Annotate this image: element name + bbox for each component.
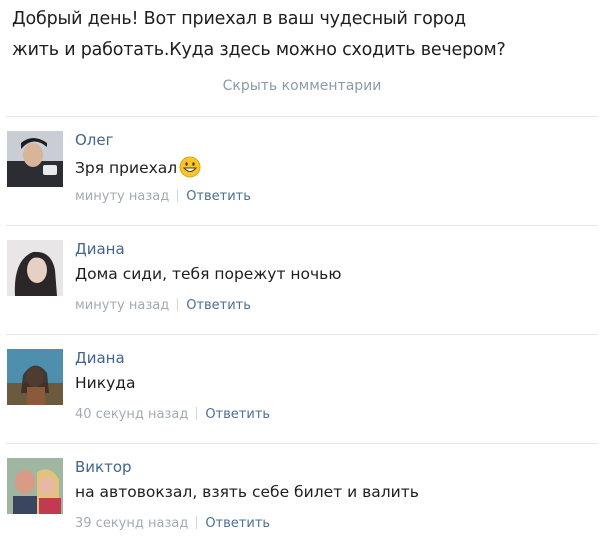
comment-item: Олег Зря приехал минуту назад Ответить <box>0 116 604 225</box>
reply-button[interactable]: Ответить <box>205 407 270 422</box>
comment-text: на автовокзал, взять себе билет и валить <box>75 483 419 501</box>
comment-meta: 39 секунд назад Ответить <box>75 516 270 531</box>
comment-author[interactable]: Олег <box>75 131 114 149</box>
grinning-face-icon <box>179 156 201 178</box>
hide-comments-link[interactable]: Скрыть комментарии <box>0 78 604 94</box>
comment-separator <box>6 225 598 226</box>
comment-meta: минуту назад Ответить <box>75 189 251 204</box>
divider <box>177 298 179 311</box>
avatar[interactable] <box>7 458 63 514</box>
divider <box>196 407 198 420</box>
comment-author[interactable]: Виктор <box>75 458 132 476</box>
comment-meta: минуту назад Ответить <box>75 298 251 313</box>
comment-text: Никуда <box>75 374 136 392</box>
reply-button[interactable]: Ответить <box>186 298 251 313</box>
comment-text-content: Зря приехал <box>75 159 178 177</box>
divider <box>196 516 198 529</box>
comment-item: Диана Никуда 40 секунд назад Ответить <box>0 334 604 443</box>
avatar[interactable] <box>7 131 63 187</box>
comment-separator <box>6 334 598 335</box>
reply-button[interactable]: Ответить <box>205 516 270 531</box>
comment-separator <box>6 116 598 117</box>
reply-button[interactable]: Ответить <box>186 189 251 204</box>
divider <box>177 189 179 202</box>
comment-item: Диана Дома сиди, тебя порежут ночью мину… <box>0 225 604 334</box>
comment-time: 39 секунд назад <box>75 516 189 531</box>
comment-item: Виктор на автовокзал, взять себе билет и… <box>0 443 604 552</box>
post-text-line-1: Добрый день! Вот приехал в ваш чудесный … <box>12 9 466 29</box>
comment-text: Зря приехал <box>75 156 201 178</box>
comment-meta: 40 секунд назад Ответить <box>75 407 270 422</box>
comment-time: минуту назад <box>75 298 170 313</box>
comment-time: минуту назад <box>75 189 170 204</box>
comment-time: 40 секунд назад <box>75 407 189 422</box>
avatar[interactable] <box>7 349 63 405</box>
comment-text: Дома сиди, тебя порежут ночью <box>75 265 342 283</box>
comment-separator <box>6 443 598 444</box>
post-text: Добрый день! Вот приехал в ваш чудесный … <box>12 4 597 66</box>
avatar[interactable] <box>7 240 63 296</box>
post-text-line-2: жить и работать.Куда здесь можно сходить… <box>12 40 506 60</box>
comment-author[interactable]: Диана <box>75 240 125 258</box>
comment-author[interactable]: Диана <box>75 349 125 367</box>
